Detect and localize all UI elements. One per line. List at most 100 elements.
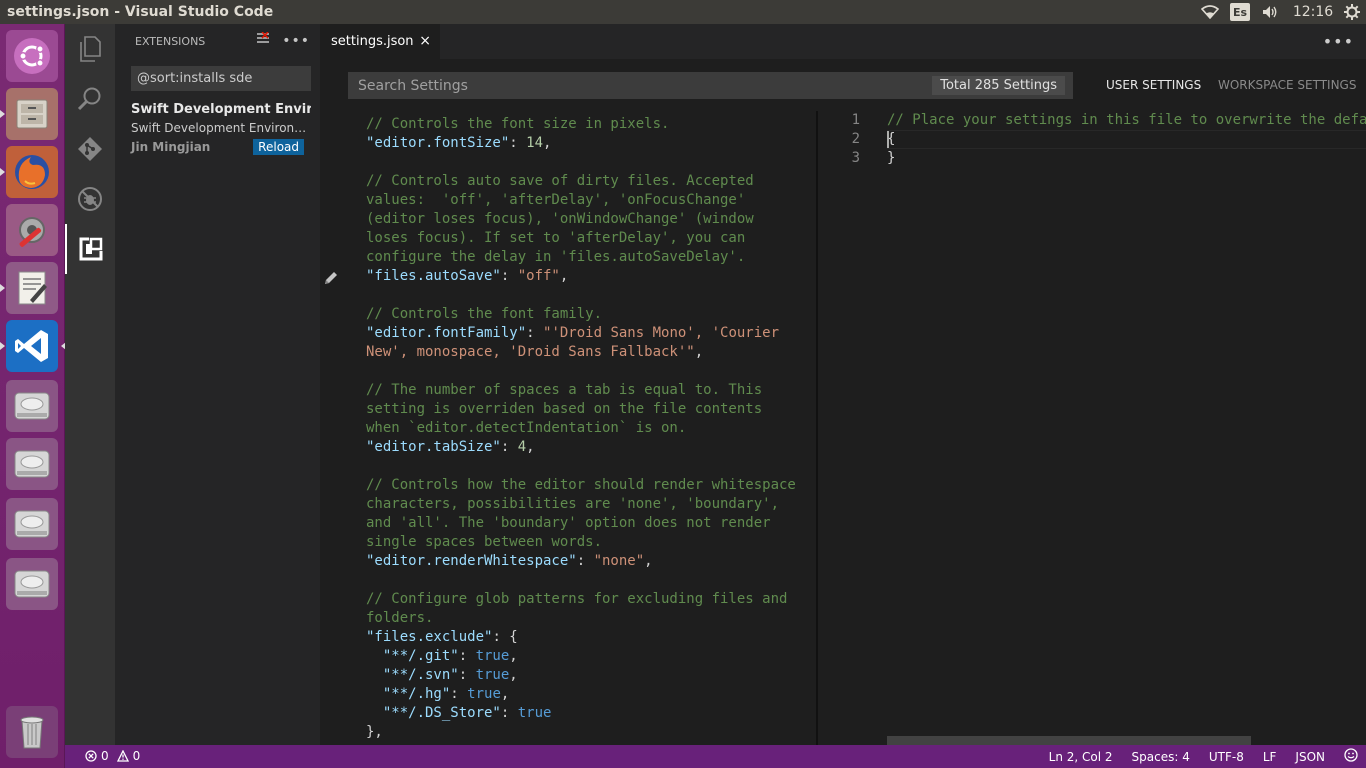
code-token: single spaces between words. xyxy=(366,534,603,550)
indentation-setting[interactable]: Spaces: 4 xyxy=(1132,750,1190,764)
window-title: settings.json - Visual Studio Code xyxy=(7,4,274,20)
language-mode[interactable]: JSON xyxy=(1295,750,1325,764)
extension-description: Swift Development Environ… xyxy=(131,121,307,135)
cursor-position[interactable]: Ln 2, Col 2 xyxy=(1049,750,1113,764)
explorer-icon[interactable] xyxy=(65,24,115,74)
code-token: , xyxy=(526,439,535,455)
text-editor-icon[interactable] xyxy=(0,262,58,314)
code-line: when `editor.detectIndentation` is on. xyxy=(366,419,686,438)
code-token: "files.exclude" xyxy=(366,629,493,645)
code-token: // Configure glob patterns for excluding… xyxy=(366,591,788,607)
code-token: New', monospace, 'Droid Sans Fallback'" xyxy=(366,344,695,360)
code-token: values: 'off', 'afterDelay', 'onFocusCha… xyxy=(366,192,746,208)
code-line: characters, possibilities are 'none', 'b… xyxy=(366,495,779,514)
default-settings-editor[interactable]: // Controls the font size in pixels. "edi… xyxy=(320,111,816,745)
code-token: "files.autoSave" xyxy=(366,268,501,284)
code-token: // The number of spaces a tab is equal t… xyxy=(366,382,763,398)
code-line: "editor.fontSize": 14, xyxy=(366,134,551,153)
code-token: : xyxy=(458,667,476,683)
settings-count-badge: Total 285 Settings xyxy=(932,76,1065,95)
feedback-smiley-icon[interactable] xyxy=(1344,748,1358,765)
volume-icon[interactable] xyxy=(1254,0,1288,24)
system-settings-icon[interactable] xyxy=(6,204,58,256)
horizontal-scrollbar[interactable] xyxy=(887,736,1251,745)
code-line: loses focus). If set to 'afterDelay', yo… xyxy=(366,229,745,248)
drive-icon[interactable] xyxy=(6,558,58,610)
power-gear-icon[interactable] xyxy=(1338,0,1366,24)
code-line: "editor.fontFamily": "'Droid Sans Mono',… xyxy=(366,324,779,343)
code-token: "editor.tabSize" xyxy=(366,439,501,455)
code-line: (editor loses focus), 'onWindowChange' (… xyxy=(366,210,754,229)
code-token: when `editor.detectIndentation` is on. xyxy=(366,420,687,436)
text-cursor xyxy=(887,131,889,148)
code-line: "editor.tabSize": 4, xyxy=(366,438,535,457)
code-line: // The number of spaces a tab is equal t… xyxy=(366,381,762,400)
code-line: // Place your settings in this file to o… xyxy=(887,112,1366,128)
code-token: 14 xyxy=(526,135,544,151)
source-control-icon[interactable] xyxy=(65,124,115,174)
settings-header: Search Settings Total 285 Settings USER … xyxy=(320,59,1366,111)
code-token: true xyxy=(475,667,510,683)
code-token: true xyxy=(475,648,510,664)
code-token: : xyxy=(526,325,544,341)
eol-setting[interactable]: LF xyxy=(1263,750,1277,764)
settings-search-input[interactable]: Search Settings Total 285 Settings xyxy=(348,72,1073,99)
error-count: 0 xyxy=(101,749,109,763)
edit-pencil-icon[interactable] xyxy=(323,270,339,290)
extensions-search-input[interactable] xyxy=(131,66,311,91)
code-token: "none" xyxy=(593,553,645,569)
status-bar: 0 0 Ln 2, Col 2 Spaces: 4 UTF-8 LF JSON xyxy=(65,745,1366,768)
extensions-icon[interactable] xyxy=(65,224,115,274)
tab-user-settings[interactable]: USER SETTINGS xyxy=(1106,78,1201,92)
code-line: and 'all'. The 'boundary' option does no… xyxy=(366,514,771,533)
tab-workspace-settings[interactable]: WORKSPACE SETTINGS xyxy=(1218,78,1356,92)
code-line: folders. xyxy=(366,609,433,628)
ubuntu-dash-icon[interactable] xyxy=(6,30,58,82)
keyboard-layout-indicator[interactable]: Es xyxy=(1226,0,1254,24)
code-line: "**/.DS_Store": true xyxy=(366,704,552,723)
problems-indicator[interactable]: 0 0 xyxy=(85,749,140,763)
code-token: configure the delay in 'files.autoSaveDe… xyxy=(366,249,746,265)
files-icon[interactable] xyxy=(0,88,58,140)
code-token: "**/.hg" xyxy=(366,686,451,702)
user-settings-editor[interactable]: 1 2 3 // Place your settings in this fil… xyxy=(818,111,1366,745)
code-token: 4 xyxy=(517,439,527,455)
code-token: , xyxy=(644,553,653,569)
trash-icon[interactable] xyxy=(6,706,58,758)
extension-list-item[interactable]: Swift Development Environm Swift Develop… xyxy=(131,102,311,155)
drive-icon[interactable] xyxy=(6,498,58,550)
code-token: , xyxy=(543,135,552,151)
code-token: , xyxy=(694,344,704,360)
firefox-icon[interactable] xyxy=(0,146,58,198)
more-actions-icon[interactable]: ••• xyxy=(282,34,310,48)
search-icon[interactable] xyxy=(65,74,115,124)
drive-icon[interactable] xyxy=(6,438,58,490)
code-token: : xyxy=(500,439,518,455)
tab-settings-json[interactable]: settings.json × xyxy=(320,24,440,59)
code-token: "off" xyxy=(517,268,560,284)
reload-button[interactable]: Reload xyxy=(253,139,304,155)
code-token: true xyxy=(517,705,552,721)
code-token: : xyxy=(500,268,518,284)
code-token: // Controls the font family. xyxy=(366,306,603,322)
code-token: : xyxy=(576,553,594,569)
error-icon xyxy=(85,750,97,762)
extension-name: Swift Development Environm xyxy=(131,102,311,117)
code-token: : xyxy=(509,135,527,151)
clock[interactable]: 12:16 xyxy=(1288,0,1338,24)
code-line: "**/.git": true, xyxy=(366,647,518,666)
code-line: // Controls how the editor should render… xyxy=(366,476,796,495)
settings-search-placeholder: Search Settings xyxy=(358,77,468,94)
vscode-icon[interactable] xyxy=(0,320,66,372)
wifi-icon[interactable] xyxy=(1194,0,1226,24)
close-icon[interactable]: × xyxy=(419,33,431,49)
encoding-setting[interactable]: UTF-8 xyxy=(1209,750,1244,764)
warning-count: 0 xyxy=(132,749,141,763)
line-number: 1 xyxy=(851,112,860,128)
clear-extensions-icon[interactable] xyxy=(256,31,270,49)
editor-more-actions-icon[interactable]: ••• xyxy=(1323,32,1354,51)
sidebar-header: EXTENSIONS ••• xyxy=(115,24,320,59)
editor-tabs: settings.json × ••• xyxy=(320,24,1366,59)
debug-icon[interactable] xyxy=(65,174,115,224)
drive-icon[interactable] xyxy=(6,380,58,432)
